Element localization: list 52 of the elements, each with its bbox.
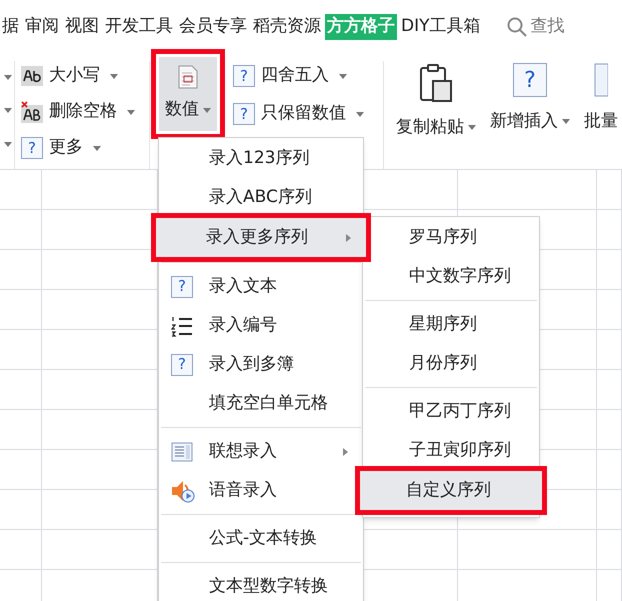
delete-space-icon bbox=[21, 101, 43, 123]
ribbon-button[interactable]: 批量 bbox=[584, 61, 618, 169]
list-icon bbox=[594, 63, 608, 97]
list-box-icon bbox=[171, 442, 193, 462]
help-icon: ? bbox=[233, 65, 255, 87]
menu-tab[interactable]: 据 bbox=[0, 14, 21, 40]
menu-item[interactable]: 星期序列 bbox=[363, 305, 539, 344]
numbered-list-icon bbox=[171, 314, 193, 336]
menu-item[interactable]: 文本型数字转换 bbox=[159, 567, 363, 601]
ribbon-button[interactable]: 复制粘贴 bbox=[396, 61, 476, 169]
ribbon-button[interactable]: 删除空格 bbox=[21, 97, 149, 127]
caret-icon bbox=[127, 110, 135, 114]
caret-icon bbox=[4, 142, 12, 147]
caret-icon bbox=[468, 125, 476, 130]
caret-icon bbox=[562, 119, 570, 124]
menu-tab[interactable]: 视图 bbox=[63, 14, 101, 40]
caret-icon bbox=[110, 74, 118, 78]
caret-icon bbox=[339, 74, 347, 78]
menu-tab[interactable]: 会员专享 bbox=[177, 14, 249, 40]
caret-icon bbox=[4, 108, 12, 114]
menu-item[interactable]: 公式-文本转换 bbox=[159, 519, 363, 558]
ribbon-button[interactable]: ? 新增插入 bbox=[490, 61, 570, 169]
menu-item[interactable]: 中文数字序列 bbox=[363, 257, 539, 296]
help-icon: ? bbox=[171, 276, 193, 298]
help-icon: ? bbox=[233, 103, 255, 125]
help-icon: ? bbox=[21, 137, 43, 159]
search-icon bbox=[506, 17, 526, 37]
menu-tab[interactable]: 审阅 bbox=[23, 14, 61, 40]
menu-tab[interactable]: DIY工具箱 bbox=[399, 14, 482, 40]
menu-item[interactable]: 甲乙丙丁序列 bbox=[363, 392, 539, 431]
menu-tab[interactable]: 稻壳资源 bbox=[251, 14, 323, 40]
ribbon-button[interactable]: 大小写 bbox=[21, 61, 149, 91]
menu-item[interactable]: 录入123序列 bbox=[159, 139, 363, 178]
help-icon: ? bbox=[513, 63, 547, 97]
ribbon-button[interactable]: ? 只保留数值 bbox=[233, 99, 383, 129]
ribbon-button[interactable]: ? 四舍五入 bbox=[233, 61, 383, 91]
help-icon: ? bbox=[171, 354, 193, 376]
caret-icon bbox=[93, 146, 101, 150]
document-icon bbox=[178, 65, 198, 90]
caret-icon bbox=[356, 112, 364, 116]
menu-tab[interactable]: 开发工具 bbox=[103, 14, 175, 40]
caret-icon bbox=[203, 108, 211, 112]
ribbon-button[interactable]: ? 更多 bbox=[21, 133, 149, 163]
menu-item[interactable]: 月份序列 bbox=[363, 344, 539, 383]
caret-icon bbox=[4, 75, 12, 80]
menu-item[interactable]: 自定义序列 bbox=[360, 471, 542, 510]
menu-item[interactable]: 录入更多序列 bbox=[156, 218, 366, 257]
speaker-icon bbox=[171, 478, 195, 502]
clipboard-icon bbox=[419, 63, 453, 103]
search-button[interactable]: 查找 bbox=[506, 14, 564, 40]
text-case-icon bbox=[21, 66, 43, 86]
number-button[interactable]: 数值 bbox=[159, 57, 217, 131]
